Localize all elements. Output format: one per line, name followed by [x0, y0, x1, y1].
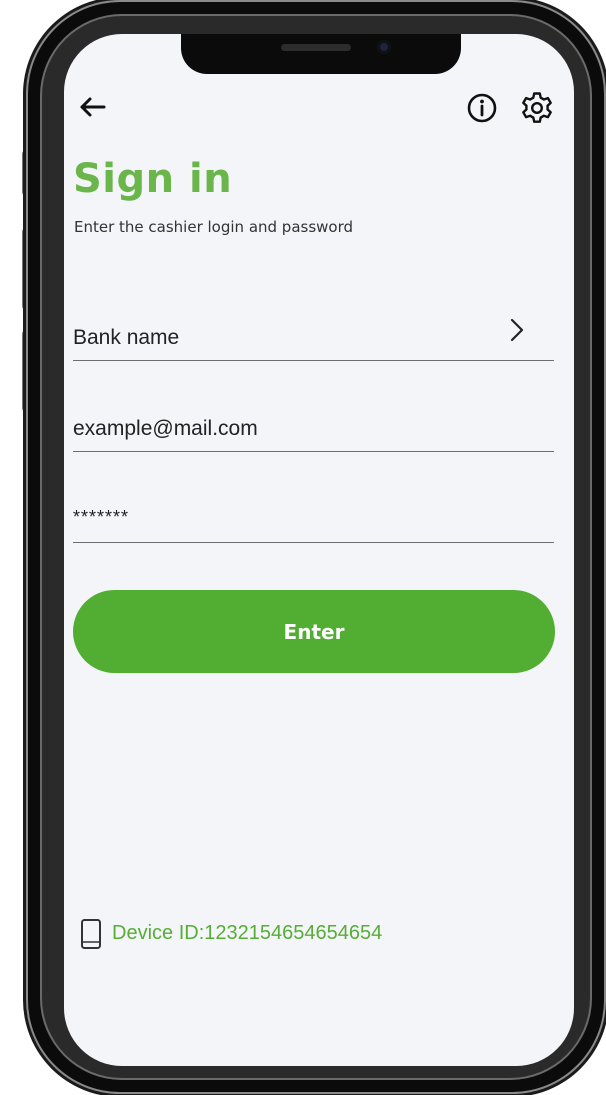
- email-field[interactable]: example@mail.com: [73, 405, 554, 452]
- arrow-left-icon: [80, 97, 106, 117]
- gear-icon: [522, 92, 552, 123]
- stage: Sign in Enter the cashier login and pass…: [0, 0, 606, 1095]
- earpiece-speaker: [281, 44, 351, 51]
- settings-button[interactable]: [519, 90, 555, 126]
- bank-name-label: Bank name: [73, 326, 180, 349]
- back-button[interactable]: [78, 92, 108, 122]
- password-field[interactable]: *******: [73, 496, 554, 543]
- phone-icon: [81, 919, 101, 949]
- front-camera: [377, 40, 391, 54]
- bank-name-selector[interactable]: Bank name: [73, 314, 554, 361]
- app-screen: Sign in Enter the cashier login and pass…: [64, 34, 574, 1066]
- device-id-text: Device ID:1232154654654654: [112, 922, 383, 944]
- enter-button[interactable]: Enter: [73, 590, 555, 673]
- info-icon: [467, 93, 497, 123]
- info-button[interactable]: [466, 92, 498, 124]
- phone-notch: [181, 34, 461, 74]
- page-subtitle: Enter the cashier login and password: [74, 218, 354, 236]
- email-value: example@mail.com: [73, 417, 258, 440]
- page-title: Sign in: [73, 156, 233, 202]
- chevron-right-icon: [510, 318, 524, 342]
- password-value: *******: [73, 507, 130, 527]
